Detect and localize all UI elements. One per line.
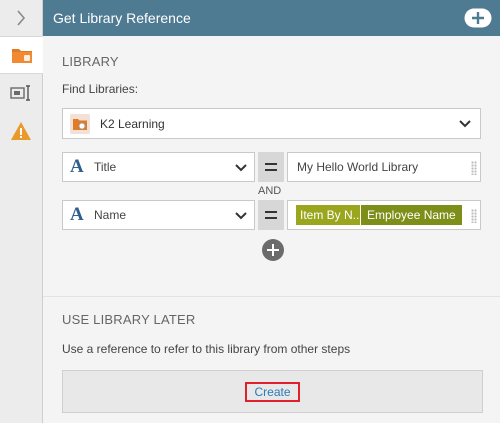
warning-icon[interactable]: [0, 112, 42, 150]
create-button[interactable]: Create: [245, 381, 300, 402]
field-name: Title: [94, 160, 117, 174]
equals-icon: [265, 211, 277, 219]
reference-token[interactable]: Item By N...: [296, 205, 360, 225]
panel-header: Get Library Reference: [43, 0, 500, 36]
text-type-icon: A: [70, 204, 84, 225]
chevron-down-icon[interactable]: [234, 209, 248, 223]
reference-token[interactable]: Employee Name: [361, 205, 462, 225]
equals-operator-button[interactable]: [258, 152, 284, 182]
filter-value-field[interactable]: My Hello World Library: [287, 152, 481, 182]
filter-row-title: A Title My Hello World Library: [62, 152, 481, 182]
text-type-icon: A: [70, 156, 84, 177]
equals-operator-button[interactable]: [258, 200, 284, 230]
selected-library-text: K2 Learning: [100, 116, 165, 131]
add-icon[interactable]: [464, 8, 492, 28]
field-selector[interactable]: A Name: [62, 200, 255, 230]
filter-value-text: My Hello World Library: [297, 160, 419, 174]
collapse-chevron-icon[interactable]: [0, 0, 42, 36]
add-filter-button[interactable]: [262, 239, 284, 261]
left-rail: [0, 0, 43, 423]
library-folder-icon[interactable]: [0, 36, 43, 74]
panel-body: LIBRARY Find Libraries: K2 Learning A Ti…: [43, 36, 500, 423]
field-selector[interactable]: A Title: [62, 152, 255, 182]
library-section-title: LIBRARY: [62, 54, 119, 69]
panel-title: Get Library Reference: [53, 10, 191, 26]
drag-handle-icon[interactable]: [471, 209, 477, 223]
chevron-down-icon[interactable]: [234, 161, 248, 175]
find-libraries-label: Find Libraries:: [62, 82, 139, 96]
filter-value-field[interactable]: Item By N... Employee Name: [287, 200, 481, 230]
library-dropdown[interactable]: K2 Learning: [62, 108, 481, 139]
section-divider: [43, 296, 500, 297]
drag-handle-icon[interactable]: [471, 161, 477, 175]
library-icon: [70, 113, 90, 134]
text-cursor-icon[interactable]: [0, 74, 42, 112]
create-reference-area: Create: [62, 370, 483, 413]
equals-icon: [265, 163, 277, 171]
chevron-down-icon[interactable]: [458, 117, 472, 131]
use-library-later-title: USE LIBRARY LATER: [62, 312, 196, 327]
use-library-description: Use a reference to refer to this library…: [62, 342, 351, 356]
field-name: Name: [94, 208, 127, 222]
filter-row-name: A Name Item By N... Employee Name: [62, 200, 481, 230]
and-conjunction: AND: [258, 185, 282, 197]
